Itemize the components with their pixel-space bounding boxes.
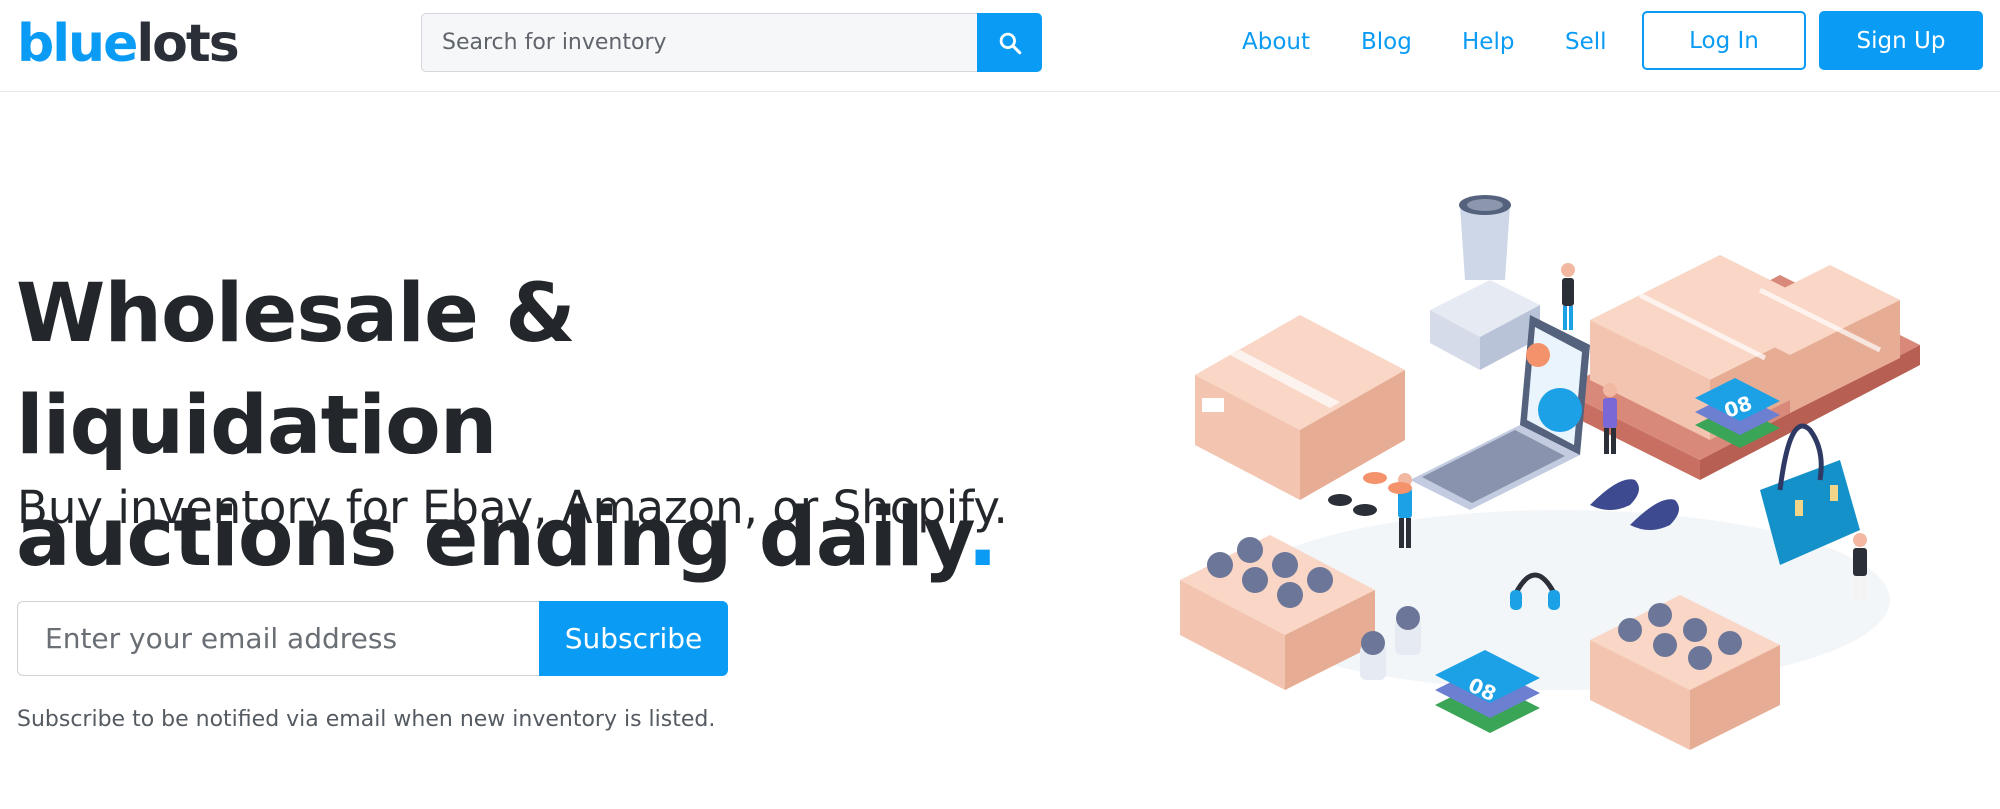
person-figure-1 (1561, 263, 1575, 330)
tote-bag-icon (1760, 423, 1860, 565)
person-figure-2 (1603, 383, 1617, 454)
search-icon (999, 32, 1021, 54)
nav-blog[interactable]: Blog (1361, 27, 1412, 57)
hero-subtitle: Buy inventory for Ebay, Amazon, or Shopi… (17, 481, 1008, 534)
search-input[interactable] (421, 13, 977, 72)
signup-button[interactable]: Sign Up (1819, 11, 1983, 70)
search-bar (421, 13, 1042, 72)
hero-title-line1: Wholesale & liquidation (16, 267, 576, 473)
hero-title: Wholesale & liquidation auctions ending … (16, 258, 1016, 594)
nav-help[interactable]: Help (1462, 27, 1514, 57)
blender-icon (1430, 195, 1540, 370)
nav-about[interactable]: About (1242, 27, 1310, 57)
subscribe-hint: Subscribe to be notified via email when … (17, 707, 716, 732)
bluelots-logo[interactable]: bluelots (17, 14, 240, 74)
subscribe-button[interactable]: Subscribe (539, 601, 728, 676)
nav-sell[interactable]: Sell (1565, 27, 1607, 57)
subscribe-form: Subscribe (17, 601, 728, 676)
inventory-illustration: 08 08 (1180, 195, 1920, 750)
logo-text-blue: blue (17, 14, 138, 74)
search-button[interactable] (977, 13, 1042, 72)
email-input[interactable] (17, 601, 539, 676)
login-button[interactable]: Log In (1642, 11, 1806, 70)
logo-text-lots: lots (136, 14, 239, 74)
top-navbar: bluelots About Blog Help Sell Log In Sig… (0, 0, 2000, 92)
